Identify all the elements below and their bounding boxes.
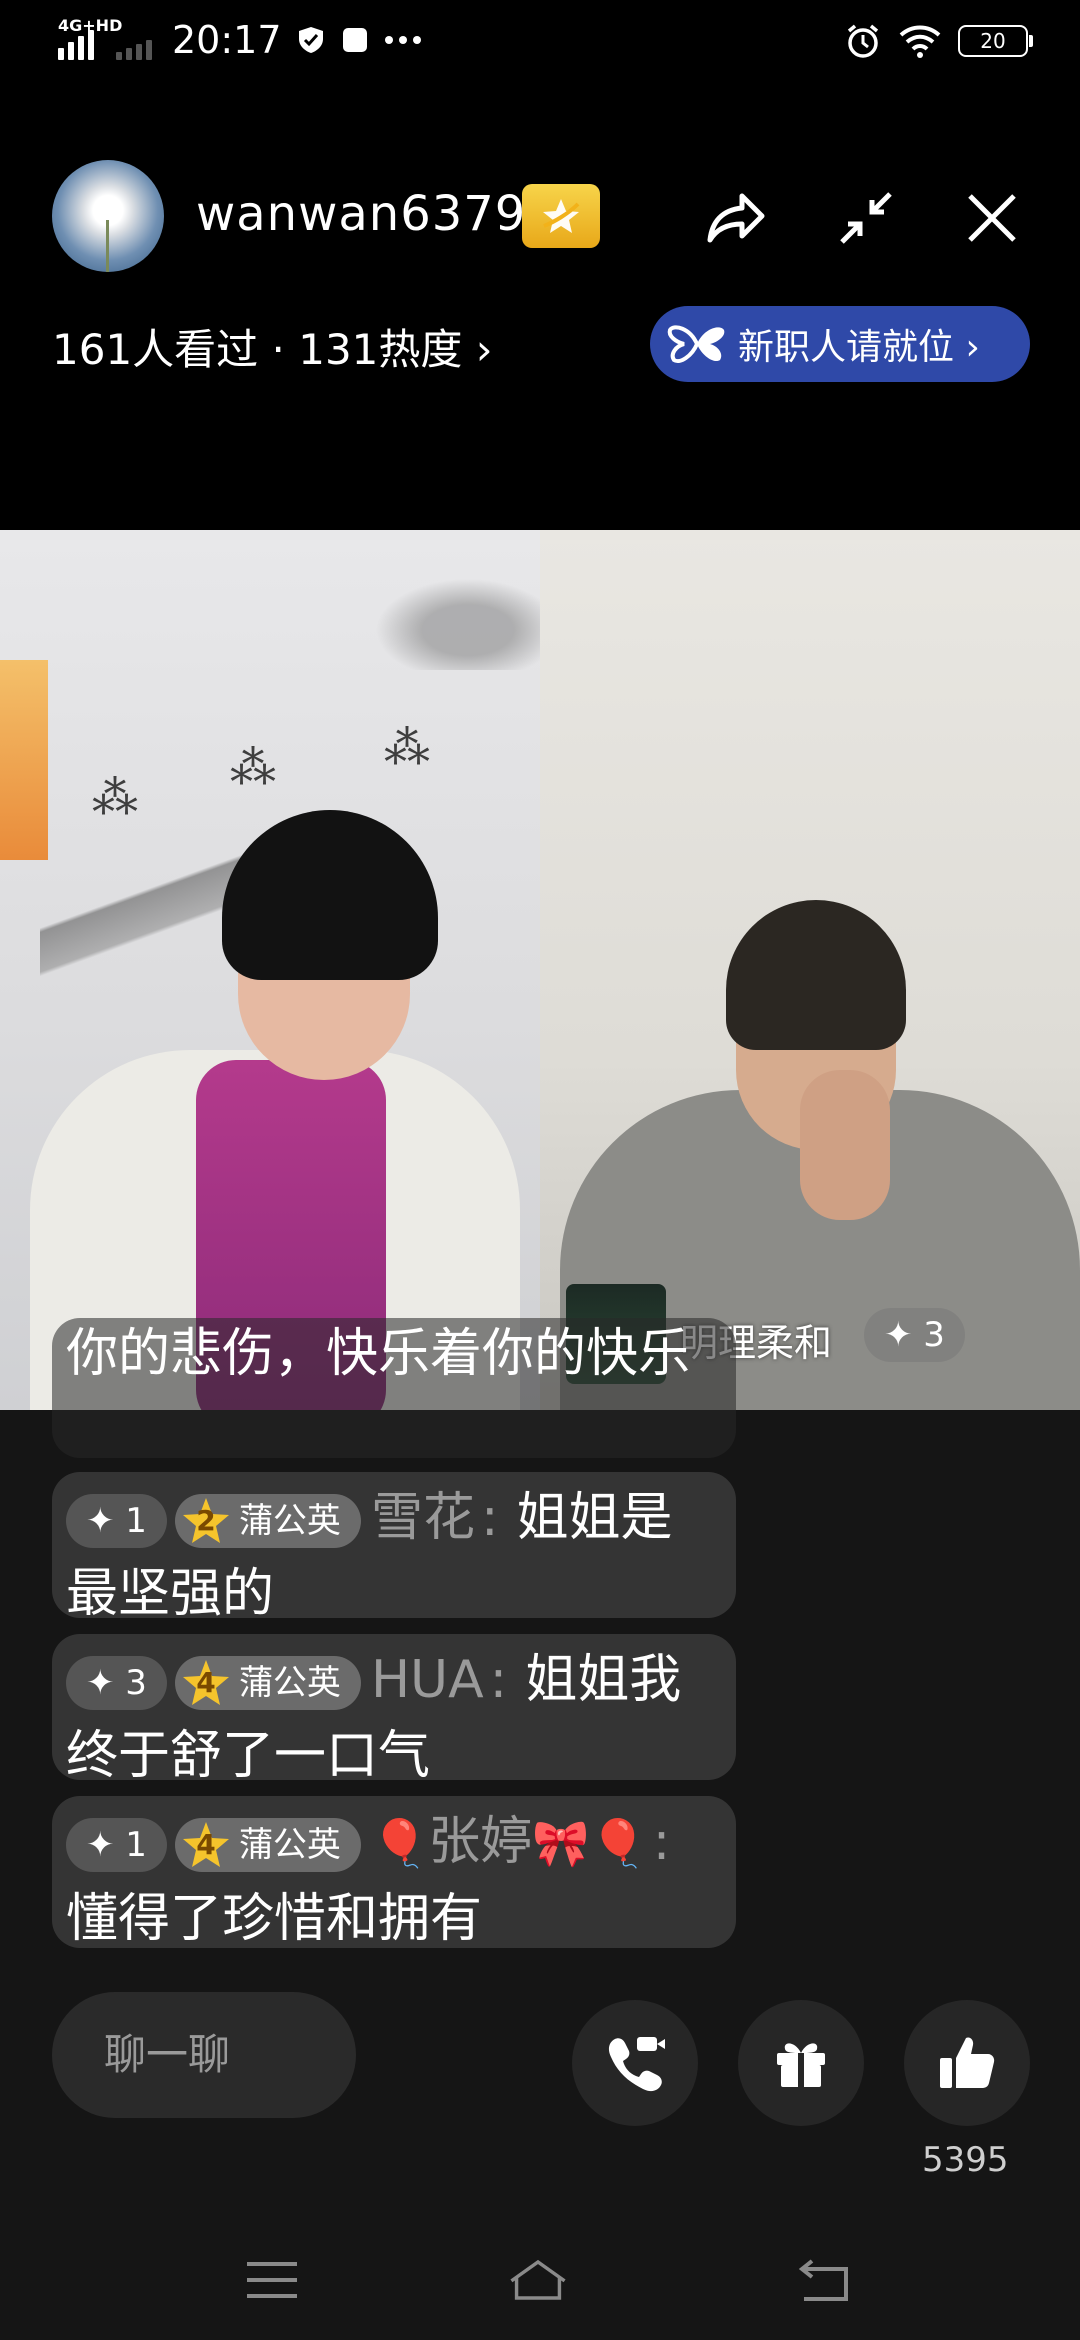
wall-painting-mountain-2 (360, 570, 540, 670)
chat-message[interactable]: ✦ 1 2 蒲公英 雪花: 姐姐是最坚强的 (52, 1472, 736, 1624)
user-level-badge: ✦ 3 (66, 1656, 167, 1710)
hire-pill-button[interactable]: 新职人请就位 › (650, 306, 1030, 382)
fan-star-icon: 2 (179, 1496, 233, 1546)
chat-message-text: 你的悲伤，快乐着你的快乐 (66, 1324, 691, 1384)
chat-username[interactable]: HUA (371, 1650, 484, 1710)
guest-hair (726, 900, 906, 1050)
status-right: 20 (844, 22, 1033, 60)
balloon-emoji: 🎈 (370, 1816, 429, 1870)
host-avatar[interactable] (52, 160, 164, 272)
views-and-heat[interactable]: 161人看过 · 131热度 › (52, 316, 493, 377)
chat-message-text: 懂得了珍惜和拥有 (66, 1889, 483, 1949)
battery-level: 20 (980, 29, 1006, 53)
status-left: 4G+HD 20:17 (58, 16, 422, 62)
shield-icon (298, 27, 323, 53)
guest-hand (800, 1070, 890, 1220)
fan-rank: 2 (196, 1504, 216, 1537)
minimize-icon (840, 192, 892, 244)
gift-button[interactable] (738, 2000, 864, 2126)
alarm-icon (847, 24, 879, 58)
share-icon (707, 193, 765, 243)
chat-message[interactable]: ✦ 3 4 蒲公英 HUA: 姐姐我终于舒了一口气 (52, 1634, 736, 1786)
star-badge-icon (543, 199, 580, 233)
hire-pill-label: 新职人请就位 › (738, 327, 980, 368)
fan-rank: 4 (196, 1666, 216, 1699)
video-call-icon (608, 2037, 665, 2092)
signal-icon: 4G+HD (58, 16, 122, 60)
minimize-button[interactable] (826, 178, 906, 258)
fan-club-badge: 4 蒲公英 (174, 1656, 361, 1710)
guest-video[interactable] (540, 530, 1080, 1410)
chat-colon: : (480, 1488, 499, 1548)
home-icon (510, 2259, 566, 2300)
chat-username[interactable]: 张婷 (428, 1812, 532, 1872)
menu-icon (247, 2262, 297, 2298)
bow-emoji: 🎀 (532, 1816, 590, 1870)
signal-2-icon (116, 20, 152, 60)
chat-input[interactable]: 聊一聊 (52, 1992, 356, 2118)
fan-star-icon: 4 (179, 1820, 233, 1870)
system-nav-bar (0, 2220, 1080, 2340)
like-button[interactable] (904, 2000, 1030, 2126)
close-icon (968, 194, 1016, 242)
video-call-button[interactable] (572, 2000, 698, 2126)
chat-message[interactable]: ✦ 1 4 蒲公英 🎈张婷🎀🎈:懂得了珍惜和拥有 (52, 1796, 736, 1949)
guest-level-badge: ✦ 3 (864, 1308, 965, 1362)
chat-message[interactable]: 你的悲伤，快乐着你的快乐 (52, 1318, 736, 1458)
host-hair (222, 810, 438, 980)
user-level-badge: ✦ 1 (66, 1818, 167, 1872)
fan-star-icon: 4 (179, 1658, 233, 1708)
chat-colon: : (652, 1812, 671, 1872)
balloon-emoji: 🎈 (589, 1816, 647, 1870)
status-time: 20:17 (172, 18, 282, 62)
fan-club-badge: 4 蒲公英 (174, 1818, 361, 1872)
host-video[interactable]: ⁂ ⁂ ⁂ (0, 530, 540, 1410)
fan-rank: 4 (196, 1828, 216, 1861)
butterfly-icon (667, 325, 725, 363)
wall-poster (0, 660, 48, 860)
wall-calligraphy-3: ⁂ (384, 720, 430, 774)
host-name[interactable]: wanwan6379 (196, 186, 526, 242)
more-dots-icon (384, 36, 421, 44)
wall-calligraphy-2: ⁂ (230, 740, 276, 794)
like-count: 5395 (922, 2140, 1009, 2180)
nav-home-button[interactable] (508, 2250, 568, 2310)
back-icon (798, 2259, 848, 2301)
fan-club-name: 蒲公英 (238, 1825, 341, 1865)
notification-square-icon (342, 28, 367, 52)
thumbs-up-icon (940, 2037, 995, 2088)
wifi-icon (899, 25, 941, 58)
gift-icon (777, 2043, 825, 2087)
close-button[interactable] (952, 178, 1032, 258)
wall-calligraphy-1: ⁂ (92, 770, 138, 824)
fan-club-name: 蒲公英 (238, 1663, 341, 1703)
nav-menu-button[interactable] (242, 2250, 302, 2310)
user-level-badge: ✦ 1 (66, 1494, 167, 1548)
network-label: 4G+HD (58, 16, 123, 35)
share-button[interactable] (696, 178, 776, 258)
fan-club-name: 蒲公英 (238, 1501, 341, 1541)
chat-username[interactable]: 雪花 (371, 1488, 475, 1548)
nav-back-button[interactable] (794, 2250, 854, 2310)
host-star-badge[interactable] (522, 184, 600, 248)
fan-club-badge: 2 蒲公英 (174, 1494, 361, 1548)
chat-colon: : (489, 1650, 508, 1710)
battery-indicator: 20 (958, 25, 1033, 57)
status-bar: 4G+HD 20:17 20 (0, 0, 1080, 88)
